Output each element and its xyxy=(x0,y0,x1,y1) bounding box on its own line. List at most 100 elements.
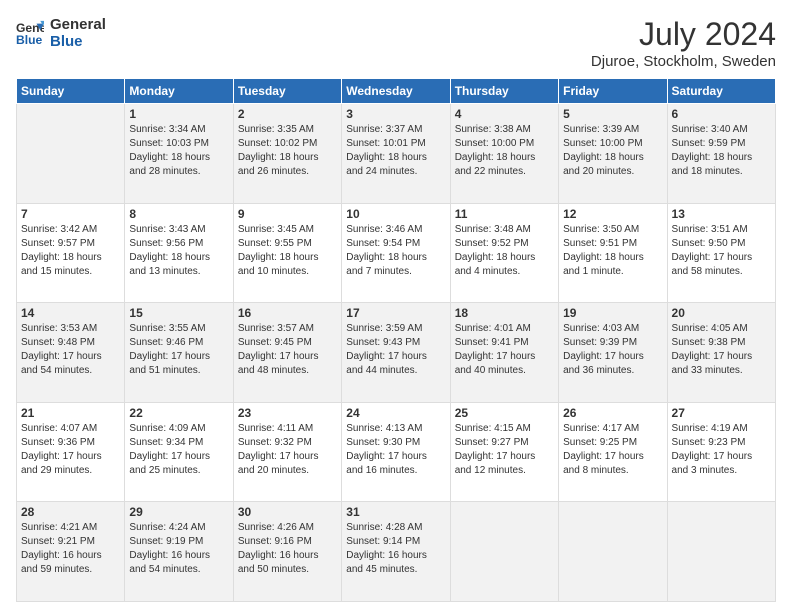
day-info: Sunrise: 3:38 AM Sunset: 10:00 PM Daylig… xyxy=(455,123,554,179)
day-info: Sunrise: 4:05 AM Sunset: 9:38 PM Dayligh… xyxy=(672,322,771,378)
day-number: 4 xyxy=(455,107,554,121)
day-number: 14 xyxy=(21,306,120,320)
table-row xyxy=(559,502,667,602)
day-info: Sunrise: 3:45 AM Sunset: 9:55 PM Dayligh… xyxy=(238,223,337,279)
day-info: Sunrise: 3:39 AM Sunset: 10:00 PM Daylig… xyxy=(563,123,662,179)
table-row: 5 Sunrise: 3:39 AM Sunset: 10:00 PM Dayli… xyxy=(559,104,667,204)
logo-text: General Blue xyxy=(50,16,106,51)
day-number: 12 xyxy=(563,207,662,221)
day-info: Sunrise: 4:28 AM Sunset: 9:14 PM Dayligh… xyxy=(346,521,445,577)
day-info: Sunrise: 4:15 AM Sunset: 9:27 PM Dayligh… xyxy=(455,422,554,478)
day-info: Sunrise: 4:07 AM Sunset: 9:36 PM Dayligh… xyxy=(21,422,120,478)
day-info: Sunrise: 4:17 AM Sunset: 9:25 PM Dayligh… xyxy=(563,422,662,478)
day-number: 2 xyxy=(238,107,337,121)
day-number: 16 xyxy=(238,306,337,320)
table-row: 29 Sunrise: 4:24 AM Sunset: 9:19 PM Dayli… xyxy=(125,502,233,602)
day-info: Sunrise: 4:01 AM Sunset: 9:41 PM Dayligh… xyxy=(455,322,554,378)
day-number: 30 xyxy=(238,505,337,519)
table-row: 6Sunrise: 3:40 AM Sunset: 9:59 PM Daylig… xyxy=(667,104,775,204)
table-row: 2 Sunrise: 3:35 AM Sunset: 10:02 PM Dayli… xyxy=(233,104,341,204)
day-info: Sunrise: 3:46 AM Sunset: 9:54 PM Dayligh… xyxy=(346,223,445,279)
header-thursday: Thursday xyxy=(450,79,558,104)
table-row: 11Sunrise: 3:48 AM Sunset: 9:52 PM Dayli… xyxy=(450,203,558,303)
day-info: Sunrise: 4:24 AM Sunset: 9:19 PM Dayligh… xyxy=(129,521,228,577)
day-info: Sunrise: 4:26 AM Sunset: 9:16 PM Dayligh… xyxy=(238,521,337,577)
day-info: Sunrise: 3:57 AM Sunset: 9:45 PM Dayligh… xyxy=(238,322,337,378)
header-wednesday: Wednesday xyxy=(342,79,450,104)
logo: General Blue General Blue xyxy=(16,16,106,51)
table-row: 10 Sunrise: 3:46 AM Sunset: 9:54 PM Dayli… xyxy=(342,203,450,303)
day-number: 22 xyxy=(129,406,228,420)
day-info: Sunrise: 4:11 AM Sunset: 9:32 PM Dayligh… xyxy=(238,422,337,478)
header-monday: Monday xyxy=(125,79,233,104)
header-saturday: Saturday xyxy=(667,79,775,104)
day-info: Sunrise: 4:03 AM Sunset: 9:39 PM Dayligh… xyxy=(563,322,662,378)
day-number: 10 xyxy=(346,207,445,221)
day-number: 7 xyxy=(21,207,120,221)
week-row-5: 28Sunrise: 4:21 AM Sunset: 9:21 PM Dayli… xyxy=(17,502,776,602)
week-row-1: 1 Sunrise: 3:34 AM Sunset: 10:03 PM Dayli… xyxy=(17,104,776,204)
header-friday: Friday xyxy=(559,79,667,104)
table-row: 13 Sunrise: 3:51 AM Sunset: 9:50 PM Dayli… xyxy=(667,203,775,303)
day-number: 19 xyxy=(563,306,662,320)
table-row: 31 Sunrise: 4:28 AM Sunset: 9:14 PM Dayli… xyxy=(342,502,450,602)
day-info: Sunrise: 3:34 AM Sunset: 10:03 PM Daylig… xyxy=(129,123,228,179)
table-row xyxy=(17,104,125,204)
table-row: 28Sunrise: 4:21 AM Sunset: 9:21 PM Dayli… xyxy=(17,502,125,602)
day-number: 17 xyxy=(346,306,445,320)
calendar-header-row: Sunday Monday Tuesday Wednesday Thursday… xyxy=(17,79,776,104)
day-info: Sunrise: 3:43 AM Sunset: 9:56 PM Dayligh… xyxy=(129,223,228,279)
week-row-4: 21 Sunrise: 4:07 AM Sunset: 9:36 PM Dayli… xyxy=(17,402,776,502)
table-row: 8 Sunrise: 3:43 AM Sunset: 9:56 PM Daylig… xyxy=(125,203,233,303)
day-info: Sunrise: 4:09 AM Sunset: 9:34 PM Dayligh… xyxy=(129,422,228,478)
day-info: Sunrise: 3:55 AM Sunset: 9:46 PM Dayligh… xyxy=(129,322,228,378)
day-number: 1 xyxy=(129,107,228,121)
table-row: 12 Sunrise: 3:50 AM Sunset: 9:51 PM Dayli… xyxy=(559,203,667,303)
svg-text:Blue: Blue xyxy=(16,33,43,47)
day-info: Sunrise: 3:37 AM Sunset: 10:01 PM Daylig… xyxy=(346,123,445,179)
day-info: Sunrise: 4:13 AM Sunset: 9:30 PM Dayligh… xyxy=(346,422,445,478)
day-number: 24 xyxy=(346,406,445,420)
location: Djuroe, Stockholm, Sweden xyxy=(591,53,776,70)
header: General Blue General Blue July 2024 Djur… xyxy=(16,16,776,70)
table-row xyxy=(667,502,775,602)
table-row: 21 Sunrise: 4:07 AM Sunset: 9:36 PM Dayli… xyxy=(17,402,125,502)
table-row: 19 Sunrise: 4:03 AM Sunset: 9:39 PM Dayli… xyxy=(559,303,667,403)
day-number: 13 xyxy=(672,207,771,221)
day-number: 20 xyxy=(672,306,771,320)
table-row: 27Sunrise: 4:19 AM Sunset: 9:23 PM Dayli… xyxy=(667,402,775,502)
table-row: 17 Sunrise: 3:59 AM Sunset: 9:43 PM Dayli… xyxy=(342,303,450,403)
day-number: 8 xyxy=(129,207,228,221)
page: General Blue General Blue July 2024 Djur… xyxy=(0,0,792,612)
logo-icon: General Blue xyxy=(16,19,44,47)
day-number: 29 xyxy=(129,505,228,519)
table-row: 7Sunrise: 3:42 AM Sunset: 9:57 PM Daylig… xyxy=(17,203,125,303)
day-info: Sunrise: 3:59 AM Sunset: 9:43 PM Dayligh… xyxy=(346,322,445,378)
table-row: 26Sunrise: 4:17 AM Sunset: 9:25 PM Dayli… xyxy=(559,402,667,502)
day-number: 18 xyxy=(455,306,554,320)
day-info: Sunrise: 3:51 AM Sunset: 9:50 PM Dayligh… xyxy=(672,223,771,279)
day-number: 3 xyxy=(346,107,445,121)
table-row: 25Sunrise: 4:15 AM Sunset: 9:27 PM Dayli… xyxy=(450,402,558,502)
day-number: 23 xyxy=(238,406,337,420)
day-info: Sunrise: 3:53 AM Sunset: 9:48 PM Dayligh… xyxy=(21,322,120,378)
day-info: Sunrise: 4:21 AM Sunset: 9:21 PM Dayligh… xyxy=(21,521,120,577)
table-row xyxy=(450,502,558,602)
table-row: 9Sunrise: 3:45 AM Sunset: 9:55 PM Daylig… xyxy=(233,203,341,303)
table-row: 24 Sunrise: 4:13 AM Sunset: 9:30 PM Dayli… xyxy=(342,402,450,502)
day-info: Sunrise: 3:40 AM Sunset: 9:59 PM Dayligh… xyxy=(672,123,771,179)
day-number: 5 xyxy=(563,107,662,121)
day-info: Sunrise: 3:35 AM Sunset: 10:02 PM Daylig… xyxy=(238,123,337,179)
day-info: Sunrise: 3:48 AM Sunset: 9:52 PM Dayligh… xyxy=(455,223,554,279)
week-row-2: 7Sunrise: 3:42 AM Sunset: 9:57 PM Daylig… xyxy=(17,203,776,303)
table-row: 1 Sunrise: 3:34 AM Sunset: 10:03 PM Dayli… xyxy=(125,104,233,204)
day-number: 31 xyxy=(346,505,445,519)
table-row: 20 Sunrise: 4:05 AM Sunset: 9:38 PM Dayli… xyxy=(667,303,775,403)
day-number: 21 xyxy=(21,406,120,420)
table-row: 23 Sunrise: 4:11 AM Sunset: 9:32 PM Dayli… xyxy=(233,402,341,502)
table-row: 3 Sunrise: 3:37 AM Sunset: 10:01 PM Dayli… xyxy=(342,104,450,204)
table-row: 22 Sunrise: 4:09 AM Sunset: 9:34 PM Dayli… xyxy=(125,402,233,502)
month-year: July 2024 xyxy=(591,16,776,53)
day-info: Sunrise: 3:50 AM Sunset: 9:51 PM Dayligh… xyxy=(563,223,662,279)
table-row: 18 Sunrise: 4:01 AM Sunset: 9:41 PM Dayli… xyxy=(450,303,558,403)
